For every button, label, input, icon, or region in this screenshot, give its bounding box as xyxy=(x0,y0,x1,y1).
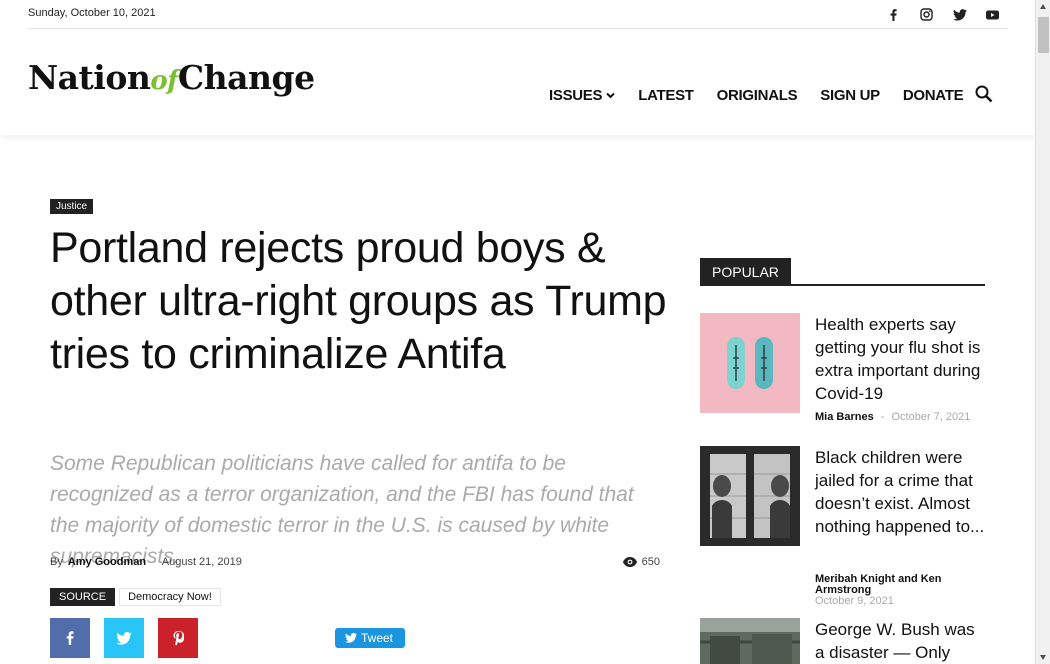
popular-item-meta: Mia Barnes - October 7, 2021 xyxy=(815,412,970,423)
source-label: SOURCE xyxy=(50,588,116,606)
logo-text-of: of xyxy=(150,66,178,96)
article-subtitle: Some Republican politicians have called … xyxy=(50,452,634,568)
share-pinterest-button[interactable] xyxy=(158,618,198,658)
nav-item-donate[interactable]: DONATE xyxy=(903,87,964,104)
popular-item-author[interactable]: Meribah Knight and Ken Armstrong xyxy=(815,574,987,596)
popular-item-thumbnail[interactable] xyxy=(700,446,800,546)
site-logo[interactable]: NationofChange xyxy=(28,61,315,94)
nav-item-originals[interactable]: ORIGINALS xyxy=(717,87,798,104)
tweet-label: Tweet xyxy=(361,631,394,645)
tweet-button[interactable]: Tweet xyxy=(335,628,406,648)
facebook-icon[interactable] xyxy=(884,5,903,24)
eye-icon xyxy=(622,557,637,567)
popular-item: George W. Bush was a disaster — Only xyxy=(700,618,985,664)
site-header: NationofChange ISSUES LATEST ORIGINALS S… xyxy=(0,29,1035,135)
page-scrollbar[interactable] xyxy=(1035,0,1050,664)
scroll-down-arrow-icon[interactable] xyxy=(1040,655,1046,660)
scroll-up-arrow-icon[interactable] xyxy=(1040,4,1046,9)
social-links xyxy=(884,5,1002,24)
nav-item-latest[interactable]: LATEST xyxy=(638,87,694,104)
popular-item: Black children were jailed for a crime t… xyxy=(700,446,987,607)
publish-date: August 21, 2019 xyxy=(161,556,242,568)
twitter-icon xyxy=(116,631,132,645)
popular-item-date: October 9, 2021 xyxy=(815,595,894,607)
view-count: 650 xyxy=(622,556,660,568)
popular-item-meta: Meribah Knight and Ken Armstrong October… xyxy=(815,574,987,607)
popular-heading: POPULAR xyxy=(700,258,985,286)
popular-item-title[interactable]: Health experts say getting your flu shot… xyxy=(815,313,987,405)
meta-separator: - xyxy=(152,556,156,568)
category-tag[interactable]: Justice xyxy=(50,199,94,214)
pinterest-icon xyxy=(173,631,184,645)
logo-text-change: Change xyxy=(177,58,315,97)
twitter-icon[interactable] xyxy=(950,5,969,24)
popular-item-title[interactable]: George W. Bush was a disaster — Only xyxy=(815,618,987,664)
instagram-icon[interactable] xyxy=(917,5,936,24)
youtube-icon[interactable] xyxy=(983,5,1002,24)
search-icon xyxy=(975,85,993,103)
search-button[interactable] xyxy=(975,85,995,105)
scroll-thumb[interactable] xyxy=(1038,17,1049,53)
source-link[interactable]: Democracy Now! xyxy=(119,588,221,606)
twitter-bird-icon xyxy=(345,633,357,643)
current-date: Sunday, October 10, 2021 xyxy=(28,7,156,19)
popular-item-date: October 7, 2021 xyxy=(891,411,971,423)
top-bar: Sunday, October 10, 2021 xyxy=(28,0,1008,29)
article-title: Portland rejects proud boys & other ultr… xyxy=(50,224,667,378)
popular-item-thumbnail[interactable] xyxy=(700,313,800,413)
share-buttons xyxy=(50,618,198,658)
popular-item: Health experts say getting your flu shot… xyxy=(700,313,985,433)
logo-text-nation: Nation xyxy=(28,58,151,97)
popular-item-author[interactable]: Mia Barnes xyxy=(815,411,874,423)
article-meta: By Amy Goodman - August 21, 2019 650 xyxy=(50,556,660,568)
nav-item-issues[interactable]: ISSUES xyxy=(549,87,615,104)
nav-item-sign-up[interactable]: SIGN UP xyxy=(820,87,880,104)
view-count-value: 650 xyxy=(641,556,660,568)
share-twitter-button[interactable] xyxy=(104,618,144,658)
nav-item-issues-label: ISSUES xyxy=(549,87,603,104)
byline-prefix: By xyxy=(50,556,63,568)
main-nav: ISSUES LATEST ORIGINALS SIGN UP DONATE xyxy=(549,87,986,104)
meta-separator: - xyxy=(880,411,885,423)
share-facebook-button[interactable] xyxy=(50,618,90,658)
facebook-icon xyxy=(66,631,74,645)
chevron-down-icon xyxy=(606,92,615,99)
popular-item-thumbnail[interactable] xyxy=(700,618,800,664)
author-link[interactable]: Amy Goodman xyxy=(68,556,146,568)
popular-heading-label: POPULAR xyxy=(700,258,791,285)
popular-item-title[interactable]: Black children were jailed for a crime t… xyxy=(815,446,987,538)
source-block: SOURCE Democracy Now! xyxy=(50,588,221,606)
